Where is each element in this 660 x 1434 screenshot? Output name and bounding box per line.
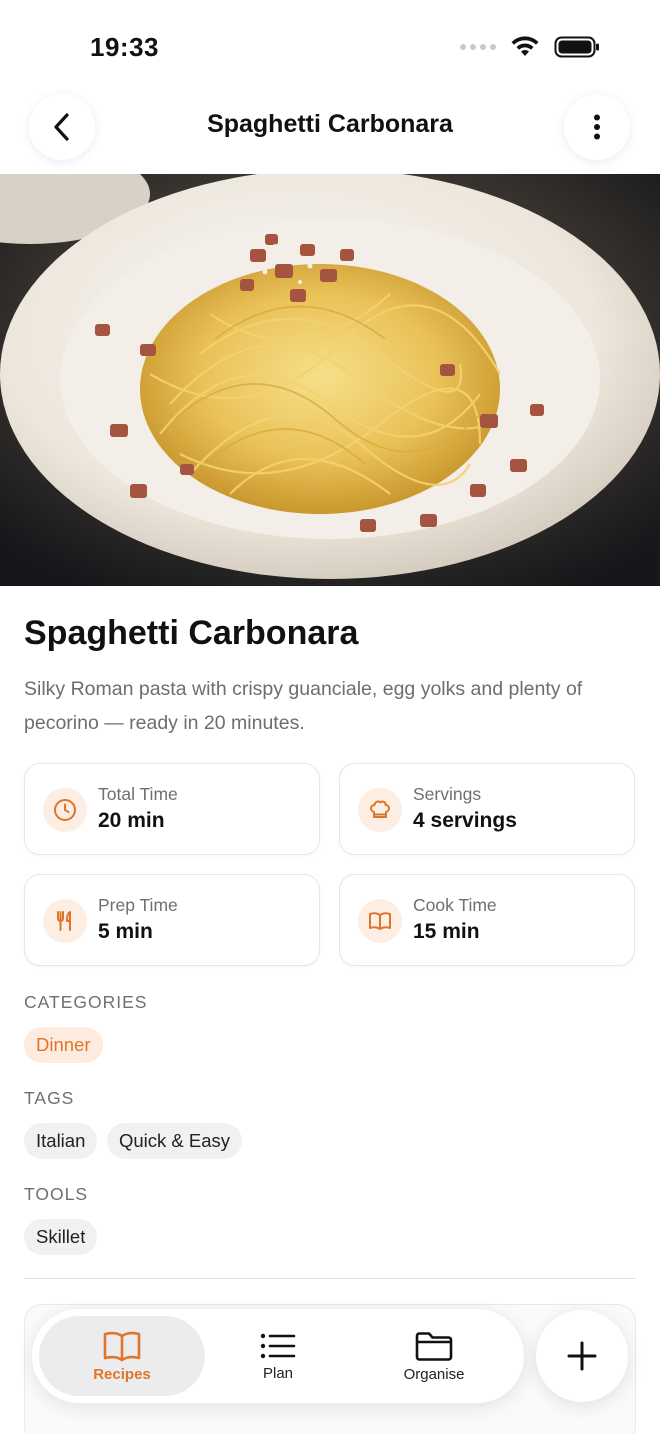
status-icons	[460, 36, 600, 58]
tag-chip-quick-easy[interactable]: Quick & Easy	[107, 1123, 243, 1159]
category-chip[interactable]: Dinner	[24, 1027, 103, 1063]
wifi-icon	[511, 36, 539, 56]
open-book-icon	[358, 899, 402, 943]
clock-icon	[43, 788, 87, 832]
tab-organise-label: Organise	[403, 1365, 465, 1383]
cellular-signal-icon	[460, 44, 496, 50]
add-recipe-button[interactable]	[536, 1310, 628, 1402]
more-vertical-icon	[594, 114, 600, 140]
tab-recipes-label: Recipes	[93, 1365, 151, 1383]
tool-chip-skillet[interactable]: Skillet	[24, 1219, 98, 1255]
section-divider	[24, 1278, 636, 1279]
folder-icon	[415, 1331, 453, 1361]
total-time-card: Total Time 20 min	[24, 763, 320, 855]
tab-organise[interactable]: Organise	[351, 1316, 517, 1396]
book-icon	[103, 1331, 141, 1361]
nav-title: Spaghetti Carbonara	[207, 110, 453, 138]
recipe-hero-image	[0, 174, 660, 586]
navigation-bar: Spaghetti Carbonara	[0, 90, 660, 174]
list-icon	[260, 1333, 296, 1358]
tab-plan[interactable]: Plan	[195, 1316, 361, 1396]
prep-time-label: Prep Time	[98, 895, 178, 915]
tools-heading: TOOLS	[24, 1184, 89, 1204]
more-options-button[interactable]	[564, 94, 630, 160]
prep-time-value: 5 min	[98, 920, 153, 943]
utensils-icon	[43, 899, 87, 943]
tags-heading: TAGS	[24, 1088, 75, 1108]
tab-bar: Recipes Plan Organise	[32, 1309, 524, 1403]
battery-icon	[554, 36, 599, 58]
cook-time-card: Cook Time 15 min	[339, 874, 635, 966]
prep-time-card: Prep Time 5 min	[24, 874, 320, 966]
servings-card: Servings 4 servings	[339, 763, 635, 855]
cook-time-label: Cook Time	[413, 895, 497, 915]
pasta-photo	[0, 174, 660, 586]
recipe-description: Silky Roman pasta with crispy guanciale,…	[24, 678, 583, 734]
status-bar: 19:33	[0, 0, 660, 90]
servings-value: 4 servings	[413, 809, 517, 832]
chef-hat-icon	[358, 788, 402, 832]
total-time-value: 20 min	[98, 809, 165, 832]
plus-icon	[567, 1341, 597, 1371]
servings-label: Servings	[413, 784, 482, 804]
categories-heading: CATEGORIES	[24, 992, 148, 1012]
total-time-label: Total Time	[98, 784, 178, 804]
recipe-title: Spaghetti Carbonara	[24, 614, 359, 652]
tab-plan-label: Plan	[262, 1364, 294, 1382]
tab-recipes[interactable]: Recipes	[39, 1316, 205, 1396]
cook-time-value: 15 min	[413, 920, 480, 943]
status-time: 19:33	[90, 32, 159, 62]
tag-chip-italian[interactable]: Italian	[24, 1123, 98, 1159]
